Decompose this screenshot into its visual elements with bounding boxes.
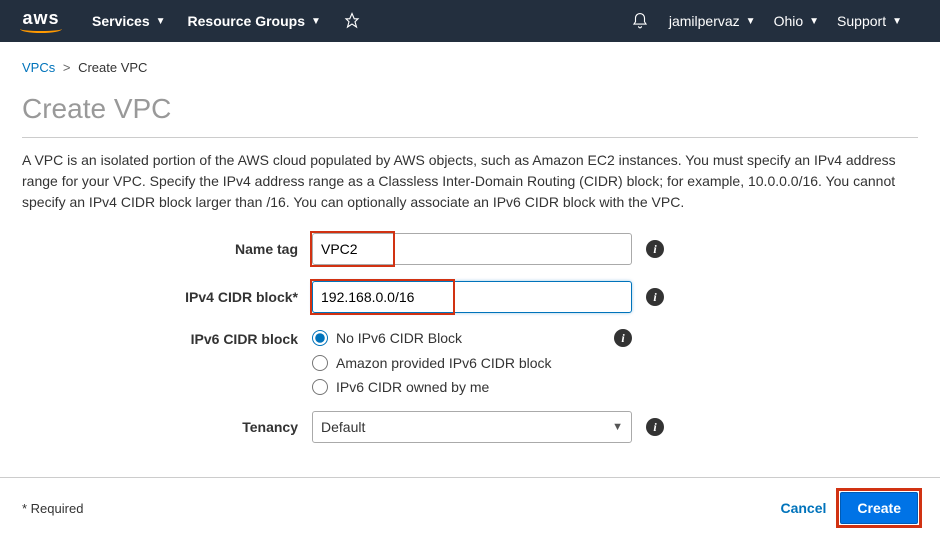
ipv6-owned-radio[interactable] bbox=[312, 379, 328, 395]
resource-groups-label: Resource Groups bbox=[188, 13, 305, 29]
chevron-down-icon: ▼ bbox=[809, 16, 819, 27]
tenancy-label: Tenancy bbox=[22, 419, 312, 435]
support-menu[interactable]: Support ▼ bbox=[837, 13, 902, 29]
pin-icon[interactable] bbox=[343, 12, 361, 30]
required-note: * Required bbox=[22, 501, 83, 516]
ipv6-amazon-radio[interactable] bbox=[312, 355, 328, 371]
logo-smile-icon bbox=[20, 25, 62, 33]
breadcrumb-separator: > bbox=[63, 60, 71, 75]
top-nav: aws Services ▼ Resource Groups ▼ jamilpe… bbox=[0, 0, 940, 42]
ipv4-cidr-label: IPv4 CIDR block* bbox=[22, 289, 312, 305]
ipv6-cidr-label: IPv6 CIDR block bbox=[22, 329, 312, 347]
breadcrumb: VPCs > Create VPC bbox=[22, 60, 918, 75]
divider bbox=[22, 137, 918, 138]
name-tag-row: Name tag i bbox=[22, 233, 918, 265]
region-menu[interactable]: Ohio ▼ bbox=[774, 13, 819, 29]
chevron-down-icon: ▼ bbox=[612, 421, 623, 433]
chevron-down-icon: ▼ bbox=[311, 16, 321, 27]
chevron-down-icon: ▼ bbox=[746, 16, 756, 27]
ipv6-cidr-row: IPv6 CIDR block No IPv6 CIDR Block i Ama… bbox=[22, 329, 918, 395]
footer: * Required Cancel Create bbox=[0, 477, 940, 538]
region-label: Ohio bbox=[774, 13, 804, 29]
name-tag-label: Name tag bbox=[22, 241, 312, 257]
support-label: Support bbox=[837, 13, 886, 29]
ipv4-cidr-input[interactable] bbox=[312, 281, 632, 313]
breadcrumb-current: Create VPC bbox=[78, 60, 147, 75]
notifications-icon[interactable] bbox=[631, 12, 649, 30]
services-menu[interactable]: Services ▼ bbox=[92, 13, 166, 29]
page-title: Create VPC bbox=[22, 93, 918, 125]
breadcrumb-vpcs-link[interactable]: VPCs bbox=[22, 60, 55, 75]
info-icon[interactable]: i bbox=[646, 240, 664, 258]
tenancy-row: Tenancy Default ▼ i bbox=[22, 411, 918, 443]
ipv6-none-radio[interactable] bbox=[312, 330, 328, 346]
ipv6-owned-label[interactable]: IPv6 CIDR owned by me bbox=[336, 379, 489, 395]
resource-groups-menu[interactable]: Resource Groups ▼ bbox=[188, 13, 321, 29]
create-button[interactable]: Create bbox=[840, 492, 918, 524]
main-content: VPCs > Create VPC Create VPC A VPC is an… bbox=[0, 42, 940, 477]
chevron-down-icon: ▼ bbox=[156, 16, 166, 27]
info-icon[interactable]: i bbox=[614, 329, 632, 347]
cancel-button[interactable]: Cancel bbox=[766, 492, 840, 524]
name-tag-input[interactable] bbox=[312, 233, 632, 265]
info-icon[interactable]: i bbox=[646, 288, 664, 306]
account-label: jamilpervaz bbox=[669, 13, 740, 29]
page-description: A VPC is an isolated portion of the AWS … bbox=[22, 150, 918, 213]
aws-logo[interactable]: aws bbox=[20, 9, 62, 33]
account-menu[interactable]: jamilpervaz ▼ bbox=[669, 13, 756, 29]
ipv6-none-label[interactable]: No IPv6 CIDR Block bbox=[336, 330, 462, 346]
tenancy-value: Default bbox=[321, 419, 365, 435]
ipv6-amazon-label[interactable]: Amazon provided IPv6 CIDR block bbox=[336, 355, 552, 371]
ipv4-cidr-row: IPv4 CIDR block* i bbox=[22, 281, 918, 313]
ipv6-radio-group: No IPv6 CIDR Block i Amazon provided IPv… bbox=[312, 329, 632, 395]
tenancy-select[interactable]: Default ▼ bbox=[312, 411, 632, 443]
chevron-down-icon: ▼ bbox=[892, 16, 902, 27]
services-label: Services bbox=[92, 13, 150, 29]
info-icon[interactable]: i bbox=[646, 418, 664, 436]
